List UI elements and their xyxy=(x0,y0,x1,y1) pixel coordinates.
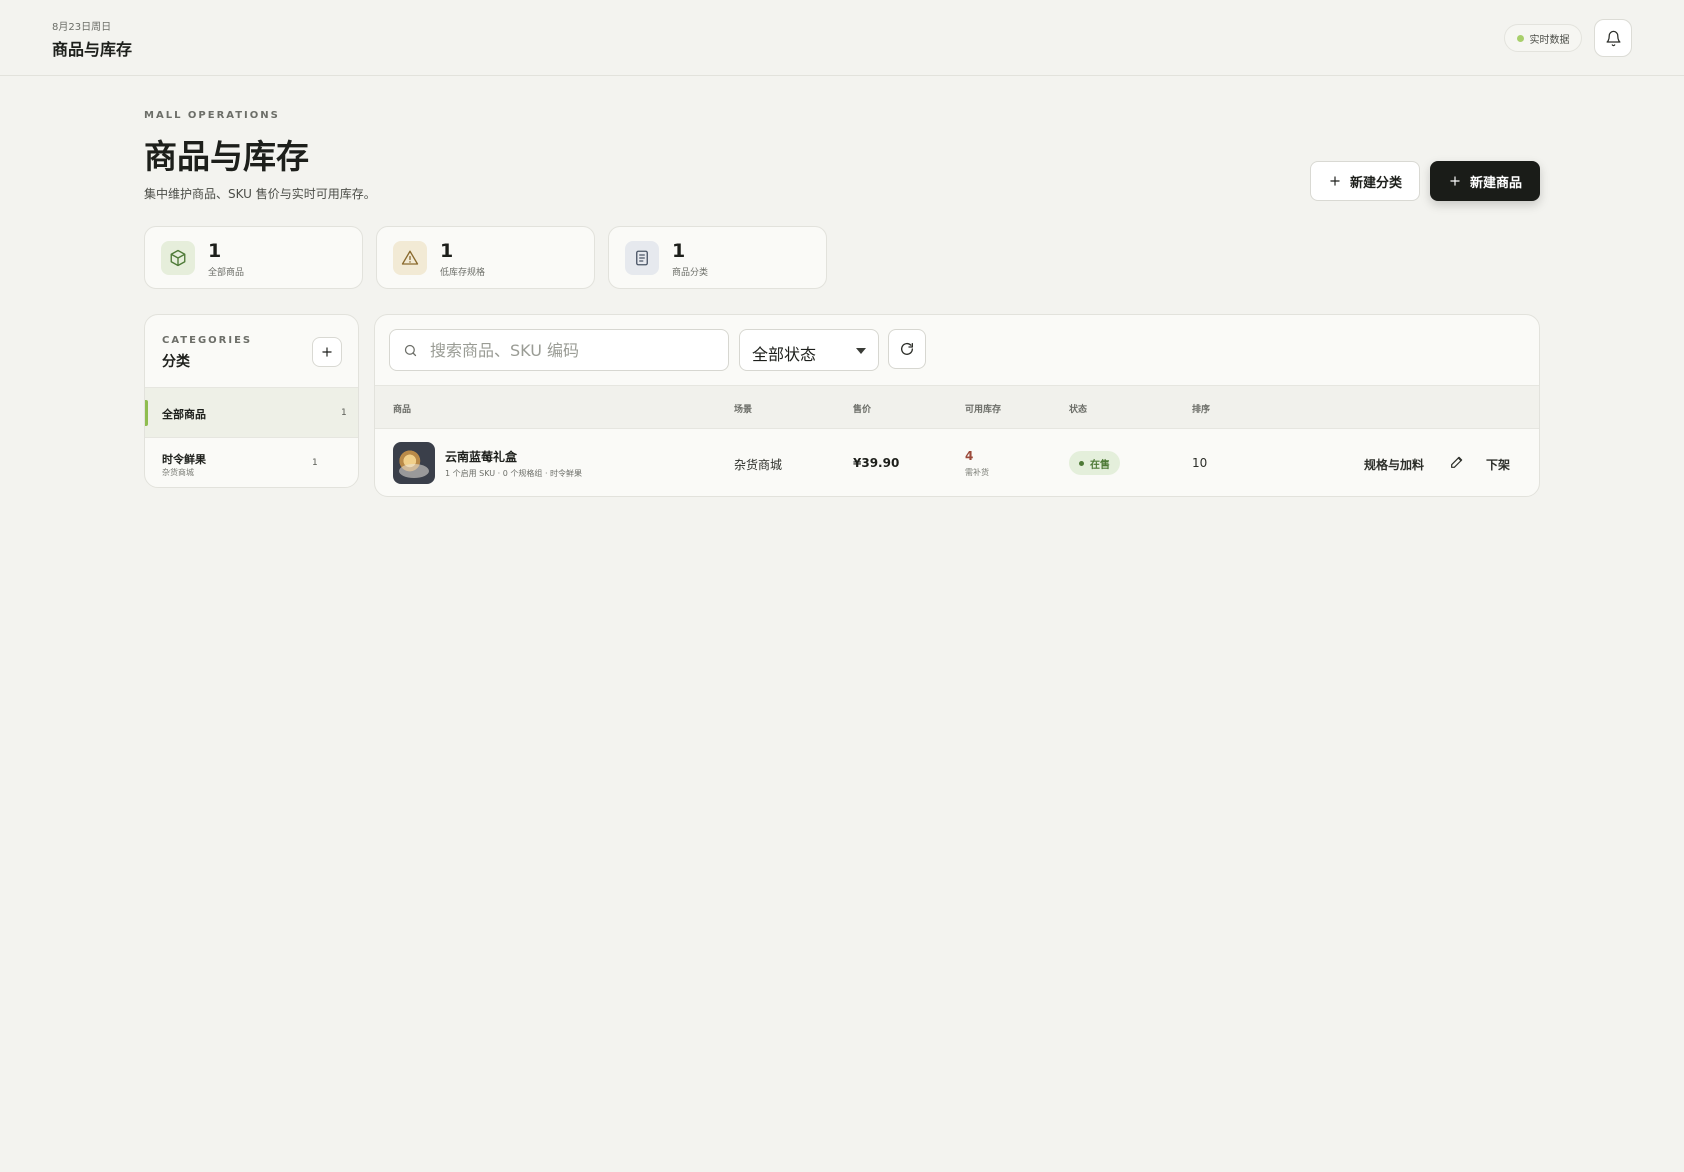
stat-value: 1 xyxy=(208,240,222,262)
category-sub: 杂货商城 xyxy=(162,468,194,477)
category-name: 时令鲜果 xyxy=(162,453,206,466)
column-header-price: 售价 xyxy=(853,405,872,415)
product-price: ¥39.90 xyxy=(853,456,900,470)
categories-panel: CATEGORIES 分类 全部商品 1 时令鲜果 杂货商城 1 xyxy=(144,314,359,488)
category-item-fresh-fruit[interactable]: 时令鲜果 杂货商城 1 xyxy=(145,437,358,487)
stock-note: 需补货 xyxy=(965,468,989,477)
stat-label: 低库存规格 xyxy=(440,268,486,278)
pencil-icon xyxy=(1451,456,1463,468)
products-panel: 全部状态 商品 场景 售价 可用库存 状态 排序 云南蓝莓礼盒 1 个启用 SK… xyxy=(374,314,1540,497)
stat-label: 商品分类 xyxy=(672,268,709,278)
stat-value: 1 xyxy=(440,240,454,262)
bell-icon xyxy=(1605,30,1621,46)
product-name: 云南蓝莓礼盒 xyxy=(445,450,518,464)
product-stock: 4 xyxy=(965,449,974,463)
refresh-icon xyxy=(901,342,913,355)
category-count: 1 xyxy=(312,458,318,468)
add-category-button[interactable] xyxy=(312,337,342,367)
product-meta: 1 个启用 SKU · 0 个规格组 · 时令鲜果 xyxy=(445,469,583,478)
warning-icon xyxy=(393,241,427,275)
column-header-scene: 场景 xyxy=(734,405,753,415)
page-eyebrow: MALL OPERATIONS xyxy=(144,110,280,121)
box-icon xyxy=(161,241,195,275)
stat-label: 全部商品 xyxy=(208,268,245,278)
table-row: 云南蓝莓礼盒 1 个启用 SKU · 0 个规格组 · 时令鲜果 杂货商城 ¥3… xyxy=(375,429,1539,496)
live-dot-icon xyxy=(1516,34,1524,42)
product-sort: 10 xyxy=(1192,456,1208,470)
take-offline-button[interactable]: 下架 xyxy=(1486,456,1510,473)
page-description: 集中维护商品、SKU 售价与实时可用库存。 xyxy=(144,187,376,201)
new-category-button[interactable]: 新建分类 xyxy=(1310,161,1420,201)
product-scene: 杂货商城 xyxy=(734,458,783,472)
specs-addons-button[interactable]: 规格与加料 xyxy=(1364,456,1424,473)
edit-button[interactable] xyxy=(1449,454,1467,472)
new-product-button[interactable]: 新建商品 xyxy=(1430,161,1540,201)
categories-title: 分类 xyxy=(162,354,190,370)
notifications-button[interactable] xyxy=(1594,19,1632,57)
search-input[interactable] xyxy=(430,338,720,362)
stat-card-categories: 1 商品分类 xyxy=(608,226,827,289)
table-header: 商品 场景 售价 可用库存 状态 排序 xyxy=(375,385,1539,429)
live-data-badge: 实时数据 xyxy=(1504,24,1582,52)
live-data-label: 实时数据 xyxy=(1529,34,1570,46)
page-title: 商品与库存 xyxy=(144,137,309,176)
new-product-label: 新建商品 xyxy=(1469,175,1522,191)
category-name: 全部商品 xyxy=(162,408,206,421)
stat-card-all-products: 1 全部商品 xyxy=(144,226,363,289)
header-title: 商品与库存 xyxy=(52,40,133,59)
column-header-stock: 可用库存 xyxy=(965,405,1002,415)
product-thumbnail xyxy=(393,442,435,484)
status-filter-value: 全部状态 xyxy=(752,345,817,364)
category-item-all[interactable]: 全部商品 1 xyxy=(145,387,358,437)
status-label: 在售 xyxy=(1090,459,1110,471)
search-box xyxy=(389,329,729,371)
search-icon xyxy=(404,344,417,357)
status-dot-icon xyxy=(1079,460,1084,466)
column-header-sort: 排序 xyxy=(1192,405,1211,415)
categories-eyebrow: CATEGORIES xyxy=(162,335,253,346)
header-date: 8月23日周日 xyxy=(52,22,112,33)
document-icon xyxy=(625,241,659,275)
column-header-status: 状态 xyxy=(1069,405,1088,415)
plus-icon xyxy=(1330,176,1340,186)
chevron-down-icon xyxy=(856,348,866,354)
stat-card-low-stock: 1 低库存规格 xyxy=(376,226,595,289)
plus-icon xyxy=(1450,176,1460,186)
column-header-product: 商品 xyxy=(393,405,412,415)
plus-icon xyxy=(322,347,332,357)
top-bar: 8月23日周日 商品与库存 实时数据 xyxy=(0,0,1684,76)
category-count: 1 xyxy=(341,408,347,418)
status-filter-select[interactable]: 全部状态 xyxy=(739,329,879,371)
status-badge: 在售 xyxy=(1069,451,1120,475)
new-category-label: 新建分类 xyxy=(1349,175,1402,191)
stat-value: 1 xyxy=(672,240,686,262)
refresh-button[interactable] xyxy=(888,329,926,369)
